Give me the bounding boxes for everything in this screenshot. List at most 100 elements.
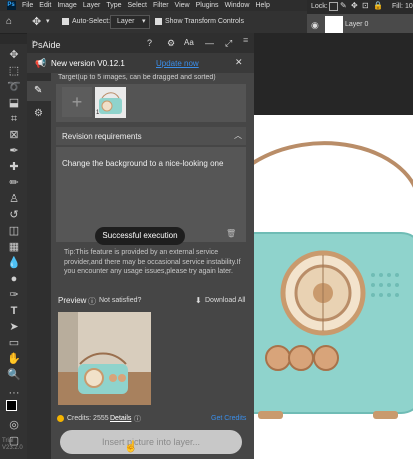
clear-trash-icon[interactable]: 🗑 [226,229,236,238]
help-icon[interactable]: ? [147,38,152,48]
expand-icon[interactable]: ⤢ [225,38,232,49]
add-image-button[interactable]: + [62,87,92,117]
menu-file[interactable]: File [22,2,33,9]
path-select-icon[interactable]: ➤ [7,320,21,334]
update-banner: 📢 New version V0.12.1 Update now ✕ [27,53,254,73]
megaphone-icon: 📢 [35,58,47,68]
panel-title: PsAide [32,40,61,50]
pen-tool-icon[interactable]: ✑ [7,288,21,302]
preview-title: Preview [58,296,87,305]
update-now-link[interactable]: Update now [156,59,199,68]
transform-controls-checkbox[interactable] [155,18,162,25]
not-satisfied-link[interactable]: Not satisfied? [99,297,141,304]
lock-paint-icon[interactable]: ✎ [340,1,347,10]
brush-tool-icon[interactable]: ✏ [7,176,21,190]
menu-type[interactable]: Type [106,2,121,9]
close-banner-icon[interactable]: ✕ [235,57,243,68]
document-canvas[interactable] [253,115,413,459]
tip-text: Tip:This feature is provided by an exter… [64,249,241,275]
menu-edit[interactable]: Edit [39,2,51,9]
menu-plugins[interactable]: Plugins [196,2,219,9]
info-icon: ⓘ [134,416,141,423]
radio-product-image [253,141,413,419]
download-all-button[interactable]: Download All [205,297,245,304]
panel-header: » PsAide ? ⚙ Aa — ⤢ ≡ [27,33,254,53]
side-nav-edit[interactable]: ✎ [27,81,51,101]
quick-mask-icon[interactable]: ◎ [7,418,21,432]
get-credits-link[interactable]: Get Credits [211,415,246,422]
chevron-down-icon[interactable]: ▾ [46,17,50,25]
home-icon[interactable]: ⌂ [6,16,12,27]
type-tool-icon[interactable]: T [7,304,21,318]
dodge-tool-icon[interactable]: ● [7,272,21,286]
preview-image[interactable] [58,312,151,405]
chevron-up-icon[interactable]: ︿ [234,130,242,141]
tools-panel: ✥ ⬚ ➰ ⬓ ⌗ ⊠ ✒ ✚ ✏ ♙ ↺ ◫ ▦ 💧 ● ✑ T ➤ ▭ ✋ … [0,44,27,459]
lock-label: Lock: [311,3,328,10]
chevron-down-icon: ▾ [142,18,146,25]
info-icon: ⓘ [88,297,96,306]
layer-thumbnail [325,16,343,34]
more-tools-icon[interactable]: ··· [7,386,21,400]
menu-layer[interactable]: Layer [83,2,101,9]
panel-menu-icon[interactable]: ≡ [243,35,248,45]
lasso-tool-icon[interactable]: ➰ [7,80,21,94]
eraser-tool-icon[interactable]: ◫ [7,224,21,238]
transform-controls-label: Show Transform Controls [165,18,244,25]
menu-image[interactable]: Image [57,2,76,9]
settings-gear-icon[interactable]: ⚙ [167,38,175,49]
details-link[interactable]: Details [110,415,131,422]
clone-stamp-icon[interactable]: ♙ [7,192,21,206]
foreground-color-swatch[interactable] [6,400,17,411]
language-icon[interactable]: Aa [184,38,194,47]
success-toast: Successful execution [95,227,185,245]
radio-knob-left [265,345,291,371]
fill-label: Fill: [392,3,403,10]
thumbnail-index: 1 [96,110,100,116]
move-tool-icon[interactable]: ✥ [7,48,21,62]
layer-name: Layer 0 [345,21,369,28]
crop-tool-icon[interactable]: ⌗ [7,112,21,126]
menu-select[interactable]: Select [128,2,147,9]
object-select-tool-icon[interactable]: ⬓ [7,96,21,110]
marquee-tool-icon[interactable]: ⬚ [7,64,21,78]
fill-value[interactable]: 100 [405,3,413,10]
target-label: Target(up to 5 images, can be dragged an… [58,74,216,81]
coin-icon [57,415,64,422]
history-brush-icon[interactable]: ↺ [7,208,21,222]
eyedropper-tool-icon[interactable]: ✒ [7,144,21,158]
menu-help[interactable]: Help [255,2,269,9]
download-icon: ⬇ [195,296,202,305]
blur-tool-icon[interactable]: 💧 [7,256,21,270]
rectangle-tool-icon[interactable]: ▭ [7,336,21,350]
move-tool-icon[interactable]: ✥ [32,15,41,28]
auto-select-checkbox[interactable] [62,18,69,25]
lock-all-icon[interactable]: 🔒 [373,1,383,10]
frame-tool-icon[interactable]: ⊠ [7,128,21,142]
auto-select-label: Auto-Select: [72,18,111,25]
healing-brush-icon[interactable]: ✚ [7,160,21,174]
credits-row: Credits: 2555 Details ⓘ Get Credits [51,412,254,426]
radio-knob-middle [288,345,314,371]
visibility-eye-icon[interactable]: ◉ [311,20,319,31]
mouse-cursor-icon: ☝ [124,441,138,453]
lock-artboard-icon[interactable]: ⊡ [362,1,369,10]
menu-window[interactable]: Window [225,2,250,9]
lock-position-icon[interactable]: ✥ [351,1,358,10]
revision-header[interactable]: Revision requirements ︿ [56,127,246,145]
insert-into-layer-button[interactable]: Insert picture into layer... [60,430,242,454]
side-nav-settings-gear-icon[interactable]: ⚙ [34,108,43,119]
gradient-tool-icon[interactable]: ▦ [7,240,21,254]
menu-view[interactable]: View [175,2,190,9]
menu-filter[interactable]: Filter [153,2,169,9]
target-image-thumbnail[interactable]: 1 [95,87,126,118]
zoom-tool-icon[interactable]: 🔍 [7,368,21,382]
photoshop-logo-icon[interactable]: Ps [0,0,22,11]
revision-text: Change the background to a nice-looking … [62,159,224,168]
minimize-icon[interactable]: — [205,38,214,48]
radio-preview-image [58,312,151,405]
lock-pixels-icon[interactable] [329,2,338,11]
credits-label: Credits: 2555 [67,415,109,422]
revision-title: Revision requirements [62,132,142,141]
hand-tool-icon[interactable]: ✋ [7,352,21,366]
